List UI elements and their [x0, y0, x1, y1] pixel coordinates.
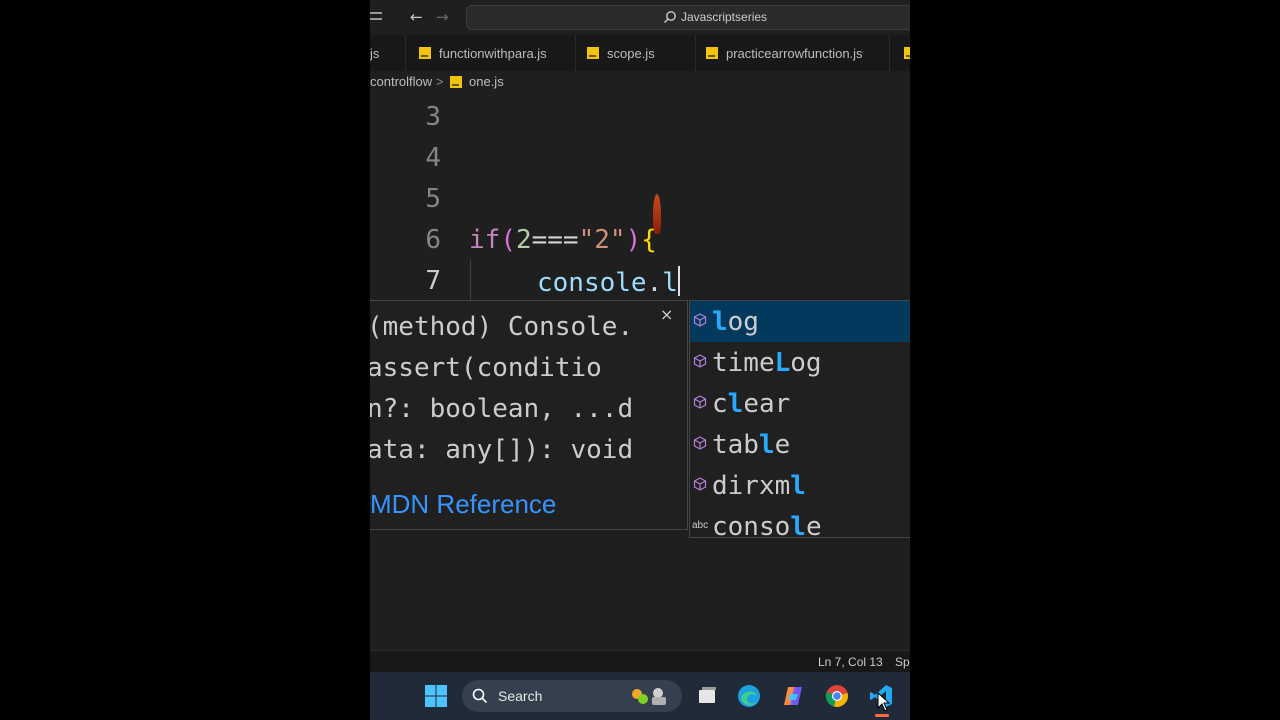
- arrow-left-icon[interactable]: ←: [410, 8, 423, 26]
- indent-guide: [470, 260, 471, 301]
- breadcrumb-file[interactable]: one.js: [469, 74, 504, 89]
- status-bar: Ln 7, Col 13 Sp: [370, 650, 910, 673]
- edge-icon[interactable]: [737, 684, 761, 708]
- close-icon[interactable]: ×: [660, 305, 673, 324]
- signature: (method) Console. assert(conditio n?: bool…: [370, 307, 633, 471]
- suggestion-label: log: [712, 307, 759, 337]
- breadcrumb: controlflow > one.js: [370, 71, 910, 93]
- breadcrumb-folder[interactable]: controlflow: [370, 74, 432, 89]
- number-token: 2: [515, 225, 532, 255]
- js-file-icon: [450, 76, 462, 88]
- taskbar-search[interactable]: Search: [462, 680, 682, 712]
- suggestion-item[interactable]: table: [690, 424, 910, 465]
- tab-label: functionwithpara.js: [439, 45, 547, 61]
- text-cursor: [677, 266, 680, 296]
- suggestion-item[interactable]: abc console: [690, 506, 910, 538]
- editor-tabs: js functionwithpara.js scope.js practice…: [370, 35, 910, 72]
- code-line: 5: [370, 178, 910, 219]
- title-bar: ← → Javascriptseries: [370, 0, 910, 35]
- search-icon: [472, 688, 488, 704]
- js-file-icon: [706, 47, 718, 59]
- mdn-reference-link[interactable]: MDN Reference: [370, 489, 556, 520]
- active-app-indicator: [875, 714, 889, 717]
- line-number: 4: [425, 143, 441, 173]
- menu-stub[interactable]: [370, 8, 382, 26]
- tab-partial[interactable]: js: [370, 35, 406, 71]
- method-icon: [693, 395, 707, 409]
- indentation-status[interactable]: Sp: [895, 655, 910, 669]
- suggestion-label: timeLog: [712, 348, 822, 378]
- signature-line: (method) Console.: [370, 312, 634, 342]
- code-text: if(2==="2"){: [469, 225, 657, 255]
- task-view-icon[interactable]: [695, 684, 719, 708]
- tab-functionwithpara[interactable]: functionwithpara.js: [406, 35, 576, 71]
- js-file-icon: [419, 47, 431, 59]
- keyword-token: if: [469, 225, 501, 255]
- taskbar-search-label: Search: [498, 688, 543, 704]
- suggestion-list: log timeLog clear table dirxml abc conso…: [689, 300, 910, 538]
- signature-line: ata: any[]): void: [370, 435, 634, 465]
- workspace-name: Javascriptseries: [681, 10, 768, 24]
- line-number: 3: [425, 102, 441, 132]
- method-icon: [693, 313, 707, 327]
- signature-line: n?: boolean, ...d: [370, 394, 634, 424]
- code-line: 4: [370, 137, 910, 178]
- paren-token: ): [625, 225, 642, 255]
- code-line-active: 7 console.l: [370, 260, 910, 301]
- code-line: 3: [370, 96, 910, 137]
- paren-token: (: [500, 225, 516, 255]
- suggestion-item[interactable]: log: [690, 301, 910, 342]
- method-icon: [693, 436, 707, 450]
- suggestion-item[interactable]: clear: [690, 383, 910, 424]
- tab-overflow[interactable]: [902, 35, 910, 71]
- dot-token: .: [646, 268, 663, 298]
- identifier-token: console: [537, 268, 647, 298]
- tab-label: practicearrowfunction.js: [726, 45, 863, 61]
- text-word-icon: abc: [692, 520, 709, 531]
- cursor-position[interactable]: Ln 7, Col 13: [818, 655, 883, 669]
- tab-label: scope.js: [607, 45, 655, 61]
- method-icon: [693, 477, 707, 491]
- tab-label: js: [370, 45, 380, 61]
- breadcrumb-separator: >: [436, 74, 444, 89]
- windows-start-icon[interactable]: [424, 684, 448, 708]
- tab-practicearrowfunction[interactable]: practicearrowfunction.js: [696, 35, 890, 71]
- suggestion-label: dirxml: [712, 471, 806, 501]
- js-file-icon: [904, 47, 910, 59]
- typed-token: l: [662, 268, 678, 298]
- mouse-pointer-icon: [877, 692, 891, 712]
- flame-decoration: [653, 194, 661, 234]
- method-icon: [693, 354, 707, 368]
- signature-line: assert(conditio: [370, 353, 602, 383]
- arrow-right-icon[interactable]: →: [436, 8, 449, 26]
- copilot-icon[interactable]: [781, 684, 805, 708]
- chrome-icon[interactable]: [825, 684, 849, 708]
- vscode-window: ← → Javascriptseries js functionwithpara…: [370, 0, 910, 720]
- command-center-search[interactable]: Javascriptseries: [466, 5, 910, 30]
- search-icon: [664, 11, 676, 23]
- code-text: console.l: [537, 266, 680, 298]
- line-number: 5: [425, 184, 441, 214]
- suggestion-item[interactable]: dirxml: [690, 465, 910, 506]
- suggestion-item[interactable]: timeLog: [690, 342, 910, 383]
- operator-token: ===: [531, 225, 579, 255]
- js-file-icon: [587, 47, 599, 59]
- suggestion-label: console: [712, 512, 822, 538]
- widgets-icon: [632, 688, 666, 705]
- string-token: "2": [578, 225, 626, 255]
- windows-taskbar: Search: [370, 672, 910, 720]
- tab-scope[interactable]: scope.js: [576, 35, 696, 71]
- line-number: 6: [425, 225, 441, 255]
- line-number: 7: [425, 266, 441, 296]
- code-line: 6 if(2==="2"){: [370, 219, 910, 260]
- suggestion-label: table: [712, 430, 791, 460]
- suggestion-label: clear: [712, 389, 791, 419]
- hover-documentation: (method) Console. assert(conditio n?: bool…: [370, 300, 688, 530]
